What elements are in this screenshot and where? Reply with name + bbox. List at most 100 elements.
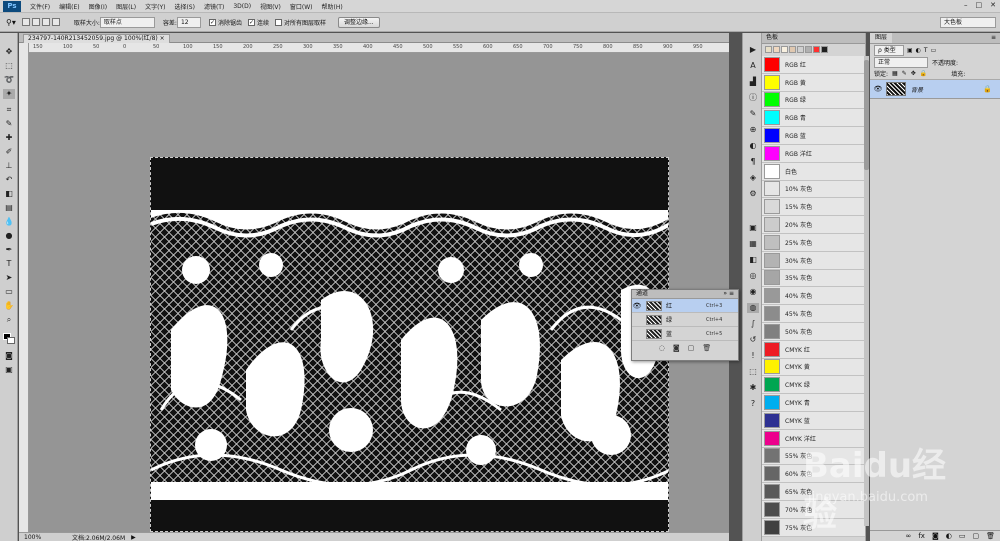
swatch-row[interactable]: 白色 [762, 162, 865, 181]
menu-window[interactable]: 窗口(W) [290, 2, 313, 11]
subtract-selection-icon[interactable] [41, 18, 50, 26]
new-layer-icon[interactable]: ▢ [972, 532, 979, 540]
swatch-row[interactable]: 15% 灰色 [762, 198, 865, 217]
new-channel-icon[interactable]: ▢ [688, 344, 695, 352]
antialias-option[interactable]: ✓ 消除锯齿 [208, 18, 242, 27]
recent-swatch[interactable] [781, 46, 788, 53]
history-icon[interactable]: ↺ [747, 335, 759, 345]
swatch-chip[interactable] [764, 484, 780, 500]
eraser-tool-icon[interactable]: ◧ [3, 189, 15, 199]
swatch-chip[interactable] [764, 128, 780, 144]
menu-select[interactable]: 选择(S) [174, 2, 195, 11]
move-tool-icon[interactable]: ✥ [3, 47, 15, 57]
maximize-icon[interactable]: □ [976, 1, 983, 9]
save-selection-icon[interactable]: ◙ [673, 344, 680, 352]
filter-type-icon[interactable]: T [924, 47, 928, 54]
swatch-row[interactable]: RGB 蓝 [762, 127, 865, 145]
healing-tool-icon[interactable]: ✚ [3, 133, 15, 143]
layer-style-icon[interactable]: fx [918, 532, 925, 540]
contiguous-checkbox[interactable]: ✓ [247, 18, 255, 26]
swatch-chip[interactable] [764, 92, 780, 108]
marquee-tool-icon[interactable]: ⬚ [3, 61, 15, 71]
swatch-row[interactable]: 75% 灰色 [762, 518, 865, 537]
swatch-chip[interactable] [764, 234, 780, 250]
status-menu-icon[interactable]: ▶ [131, 534, 136, 541]
swatch-chip[interactable] [764, 288, 780, 304]
swatch-row[interactable]: 55% 灰色 [762, 447, 865, 466]
menu-image[interactable]: 图像(I) [89, 2, 107, 11]
actions-icon[interactable]: ! [747, 351, 759, 361]
load-selection-icon[interactable]: ◌ [659, 344, 665, 352]
notes-icon[interactable]: ? [747, 399, 759, 409]
swatch-chip[interactable] [764, 323, 780, 339]
swatch-chip[interactable] [764, 252, 780, 268]
swatch-row[interactable]: RGB 绿 [762, 91, 865, 110]
visibility-eye-icon[interactable]: 👁 [873, 85, 883, 93]
swatch-chip[interactable] [764, 110, 780, 126]
panel-menu-icon[interactable]: » ≡ [723, 290, 734, 298]
recent-swatch[interactable] [773, 46, 780, 53]
pen-tool-icon[interactable]: ✒ [3, 245, 15, 255]
zoom-level[interactable]: 100% [24, 534, 64, 541]
path-select-icon[interactable]: ➤ [3, 273, 15, 283]
swatch-chip[interactable] [764, 448, 780, 464]
workspace-select[interactable]: 大色板 [940, 17, 996, 28]
tool-presets-icon[interactable]: ⚙ [747, 189, 759, 199]
zoom-tool-icon[interactable]: ⌕ [3, 315, 15, 325]
swatch-row[interactable]: 50% 灰色 [762, 322, 865, 341]
swatch-chip[interactable] [764, 501, 780, 517]
antialias-checkbox[interactable]: ✓ [208, 18, 216, 26]
new-group-icon[interactable]: ▭ [959, 532, 966, 540]
swatch-row[interactable]: RGB 青 [762, 109, 865, 128]
navigator-icon[interactable]: ▣ [747, 223, 759, 233]
color-icon[interactable]: ◧ [747, 255, 759, 265]
dodge-tool-icon[interactable]: ● [3, 231, 15, 241]
filter-pixel-icon[interactable]: ▣ [907, 47, 913, 54]
menu-filter[interactable]: 滤镜(T) [204, 2, 224, 11]
history-brush-icon[interactable]: ↶ [3, 175, 15, 185]
swatch-chip[interactable] [764, 430, 780, 446]
layer-kind-select[interactable]: ρ 类型 [874, 44, 904, 56]
channels-panel-header[interactable]: 通道 » ≡ [632, 290, 738, 299]
brush-preset-icon[interactable]: ✎ [747, 109, 759, 119]
swatch-chip[interactable] [764, 270, 780, 286]
doc-size[interactable]: 文档:2.06M/2.06M [72, 533, 125, 541]
magic-wand-tool-icon[interactable]: ✦ [3, 89, 15, 99]
add-mask-icon[interactable]: ◙ [932, 532, 939, 540]
magic-wand-icon[interactable]: ⚲▾ [6, 18, 16, 27]
play-icon[interactable]: ▶ [747, 45, 759, 55]
contiguous-option[interactable]: ✓ 连续 [247, 18, 269, 27]
intersect-selection-icon[interactable] [51, 18, 60, 26]
tolerance-input[interactable]: 12 [176, 16, 201, 28]
swatch-row[interactable]: 65% 灰色 [762, 483, 865, 501]
close-icon[interactable]: ✕ [990, 1, 996, 9]
channel-row[interactable]: 👁 红 Ctrl+3 [632, 299, 738, 313]
swatch-row[interactable]: CMYK 红 [762, 340, 865, 359]
adjustment-layer-icon[interactable]: ◐ [946, 532, 952, 540]
canvas-area[interactable] [29, 53, 729, 532]
swatch-chip[interactable] [764, 199, 780, 215]
recent-swatch[interactable] [805, 46, 812, 53]
swatch-row[interactable]: CMYK 青 [762, 394, 865, 412]
3d-icon[interactable]: ⬚ [747, 367, 759, 377]
sample-size-select[interactable]: 取样点 [99, 16, 155, 28]
all-layers-option[interactable]: 对所有图层取样 [274, 18, 326, 27]
add-selection-icon[interactable] [31, 18, 40, 26]
swatches-icon[interactable]: ▦ [747, 239, 759, 249]
recent-swatch[interactable] [821, 46, 828, 53]
menu-help[interactable]: 帮助(H) [322, 2, 343, 11]
swatch-chip[interactable] [764, 56, 780, 72]
crop-tool-icon[interactable]: ⌗ [3, 105, 15, 115]
swatch-chip[interactable] [764, 163, 780, 179]
character-icon[interactable]: A [747, 61, 759, 71]
type-tool-icon[interactable]: T [3, 259, 15, 269]
swatch-chip[interactable] [764, 145, 780, 161]
menu-layer[interactable]: 图层(L) [116, 2, 136, 11]
swatch-chip[interactable] [764, 395, 780, 411]
quick-mask-icon[interactable]: ◙ [3, 351, 15, 361]
swatch-row[interactable]: 60% 灰色 [762, 465, 865, 484]
stamp-tool-icon[interactable]: ⊥ [3, 161, 15, 171]
swatch-chip[interactable] [764, 181, 780, 197]
visibility-eye-icon[interactable]: 👁 [632, 302, 642, 310]
new-selection-icon[interactable] [21, 18, 30, 26]
